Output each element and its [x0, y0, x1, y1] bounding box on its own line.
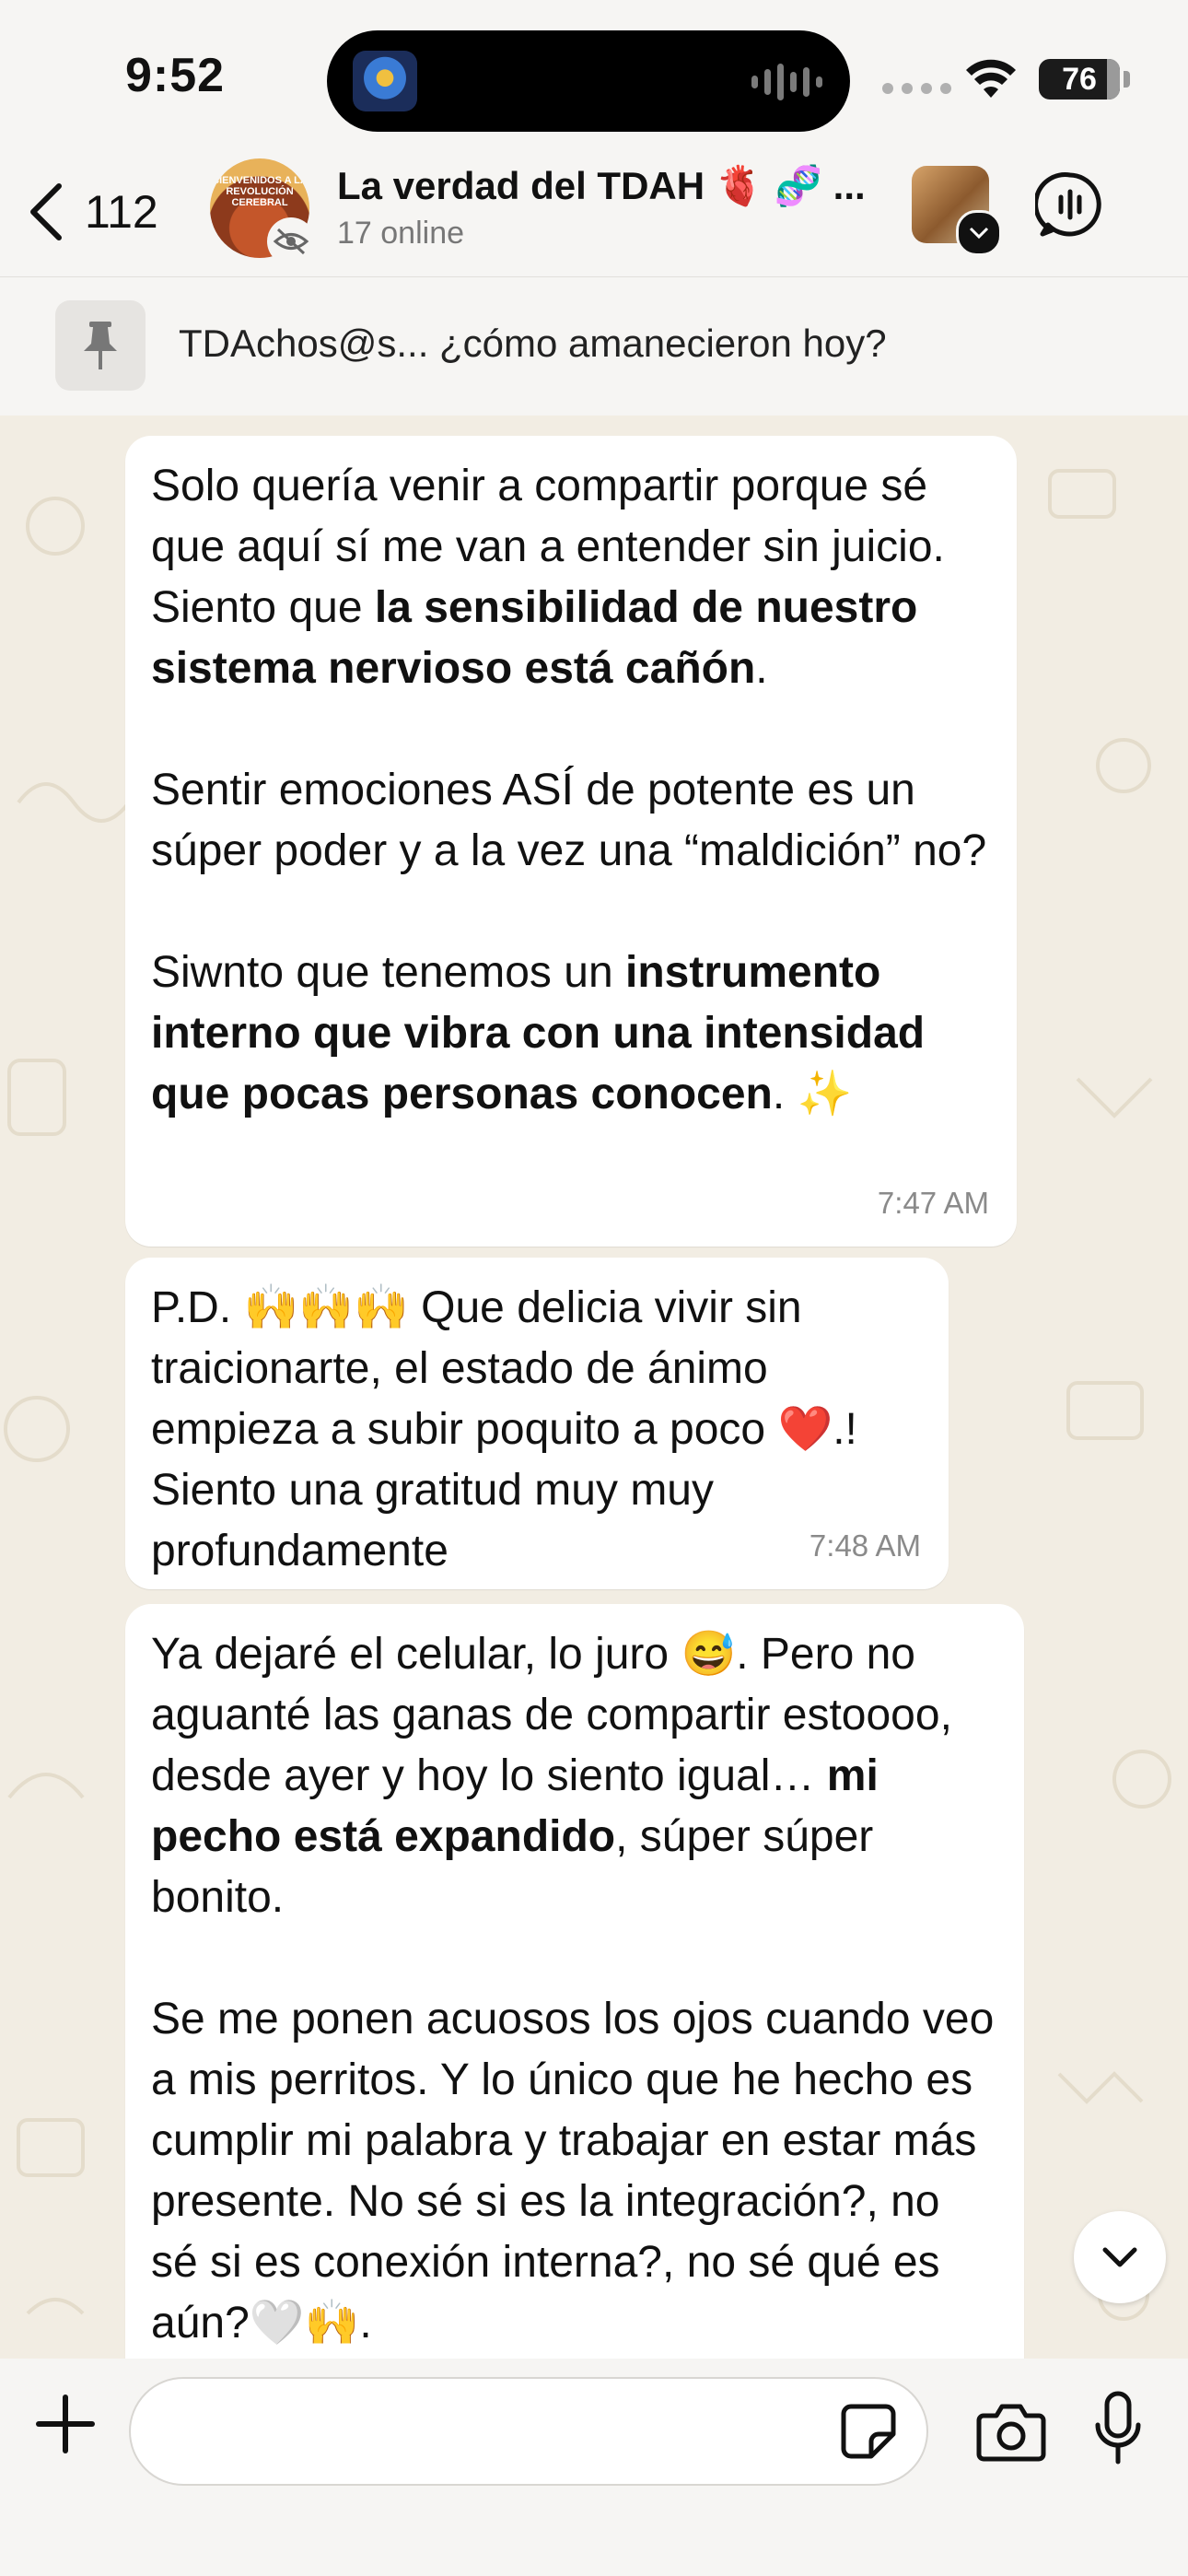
status-time: 9:52 [125, 49, 226, 102]
message-paragraph: P.D. 🙌🙌🙌 Que delicia vivir sin traiciona… [151, 1283, 870, 1575]
chevron-down-icon [1102, 2247, 1137, 2267]
chat-header: 112 BIENVENIDOS A LA REVOLUCIÓN CEREBRAL… [0, 147, 1188, 276]
chevron-left-icon [28, 182, 64, 241]
battery-icon: 76 [1039, 59, 1120, 100]
wifi-icon [966, 59, 1016, 98]
status-bar: 9:52 76 [0, 0, 1188, 147]
battery-tip [1124, 71, 1130, 88]
microphone-icon[interactable] [1092, 2390, 1144, 2467]
eye-off-icon [267, 217, 315, 265]
unread-count: 112 [85, 186, 158, 238]
message-bubble[interactable]: Ya dejaré el celular, lo juro 😅. Pero no… [125, 1604, 1024, 2359]
composer-bar [0, 2359, 1188, 2576]
message-paragraph: Siwnto que tenemos un instrumento intern… [151, 943, 989, 1125]
message-paragraph: Se me ponen acuosos los ojos cuando veo … [151, 1995, 1007, 2348]
group-name[interactable]: La verdad del TDAH 🫀 🧬 ... [337, 164, 866, 209]
message-timestamp: 7:48 AM [809, 1528, 921, 1563]
message-text: . [755, 644, 768, 693]
plus-icon[interactable] [33, 2392, 98, 2456]
battery-level: 76 [1062, 62, 1097, 97]
message-list[interactable]: Solo quería venir a compartir porque sé … [0, 416, 1188, 2359]
message-timestamp: 7:47 AM [877, 1186, 989, 1220]
now-playing-artwork [353, 51, 417, 111]
avatar-text: BIENVENIDOS A LA REVOLUCIÓN CEREBRAL [212, 175, 308, 208]
back-button[interactable]: 112 [28, 175, 158, 249]
message-bubble[interactable]: Solo quería venir a compartir porque sé … [125, 436, 1017, 1247]
audio-waveform-icon [751, 64, 822, 100]
pin-icon [55, 300, 146, 391]
message-paragraph: Ya dejaré el celular, lo juro 😅. Pero no… [151, 1624, 996, 1928]
pinned-message-text: TDAchos@s... ¿cómo amanecieron hoy? [179, 322, 887, 365]
scroll-to-bottom-button[interactable] [1074, 2211, 1166, 2303]
message-paragraph: Solo quería venir a compartir porque sé … [151, 456, 989, 699]
pinned-message-bar[interactable]: TDAchos@s... ¿cómo amanecieron hoy? [0, 276, 1188, 416]
message-text: Siwnto que tenemos un [151, 948, 625, 997]
message-paragraph: Sentir emociones ASÍ de potente es un sú… [151, 766, 987, 875]
online-count: 17 online [337, 216, 465, 251]
camera-icon[interactable] [976, 2399, 1046, 2464]
cellular-signal-icon [882, 83, 951, 94]
message-text: . ✨ [772, 1070, 853, 1118]
chevron-down-icon [956, 210, 1002, 256]
voice-chat-icon[interactable] [1035, 170, 1105, 240]
dynamic-island[interactable] [327, 30, 850, 132]
message-input[interactable] [129, 2377, 928, 2486]
message-bubble[interactable]: P.D. 🙌🙌🙌 Que delicia vivir sin traiciona… [125, 1258, 949, 1589]
sticker-icon[interactable] [838, 2401, 899, 2462]
